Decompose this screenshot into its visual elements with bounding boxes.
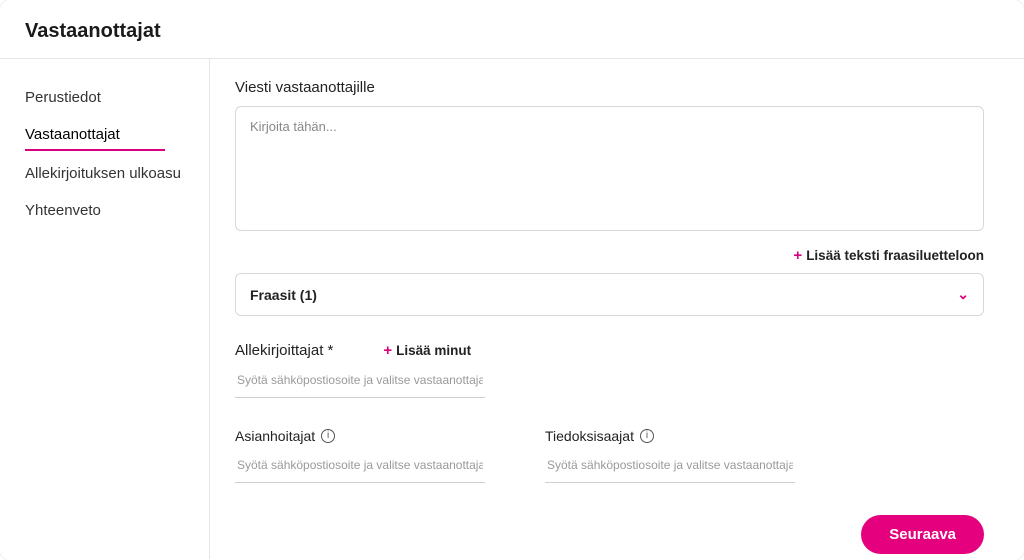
- secondary-recipients-row: Asianhoitajat i Tiedoksisaajat i: [235, 428, 984, 483]
- sidebar-item-allekirjoituksen-ulkoasu[interactable]: Allekirjoituksen ulkoasu: [25, 155, 184, 192]
- add-me-button[interactable]: + Lisää minut: [383, 343, 471, 358]
- page: Vastaanottajat Perustiedot Vastaanottaja…: [0, 0, 1024, 560]
- footer: Seuraava: [235, 515, 984, 554]
- handlers-label-wrap: Asianhoitajat i: [235, 428, 335, 444]
- signers-head: Allekirjoittajat * + Lisää minut: [235, 342, 984, 359]
- sidebar-item-yhteenveto[interactable]: Yhteenveto: [25, 192, 184, 229]
- next-button[interactable]: Seuraava: [861, 515, 984, 554]
- cc-col: Tiedoksisaajat i: [545, 428, 795, 483]
- message-label: Viesti vastaanottajille: [235, 79, 984, 96]
- plus-icon: +: [793, 248, 802, 263]
- phrases-dropdown[interactable]: Fraasit (1) ⌄: [235, 273, 984, 316]
- sidebar: Perustiedot Vastaanottajat Allekirjoituk…: [0, 59, 210, 559]
- page-header: Vastaanottajat: [0, 0, 1024, 58]
- add-me-label: Lisää minut: [396, 343, 471, 358]
- sidebar-item-perustiedot[interactable]: Perustiedot: [25, 79, 184, 116]
- main-content: Viesti vastaanottajille + Lisää teksti f…: [210, 59, 1024, 559]
- plus-icon: +: [383, 343, 392, 358]
- handlers-label: Asianhoitajat: [235, 428, 315, 444]
- page-body: Perustiedot Vastaanottajat Allekirjoituk…: [0, 59, 1024, 559]
- info-icon[interactable]: i: [321, 429, 335, 443]
- page-title: Vastaanottajat: [25, 20, 999, 43]
- add-phrase-row: + Lisää teksti fraasiluetteloon: [235, 248, 984, 263]
- sidebar-item-vastaanottajat[interactable]: Vastaanottajat: [25, 116, 165, 151]
- signers-section: Allekirjoittajat * + Lisää minut: [235, 342, 984, 398]
- chevron-down-icon: ⌄: [957, 286, 969, 303]
- signers-label: Allekirjoittajat *: [235, 342, 333, 359]
- signer-input[interactable]: [235, 365, 485, 398]
- phrases-dropdown-label: Fraasit (1): [250, 287, 317, 303]
- add-phrase-button[interactable]: + Lisää teksti fraasiluetteloon: [793, 248, 984, 263]
- handlers-col: Asianhoitajat i: [235, 428, 485, 483]
- handlers-input[interactable]: [235, 450, 485, 483]
- add-phrase-label: Lisää teksti fraasiluetteloon: [806, 248, 984, 263]
- cc-input[interactable]: [545, 450, 795, 483]
- cc-label-wrap: Tiedoksisaajat i: [545, 428, 654, 444]
- message-textarea[interactable]: [235, 106, 984, 231]
- cc-label: Tiedoksisaajat: [545, 428, 634, 444]
- info-icon[interactable]: i: [640, 429, 654, 443]
